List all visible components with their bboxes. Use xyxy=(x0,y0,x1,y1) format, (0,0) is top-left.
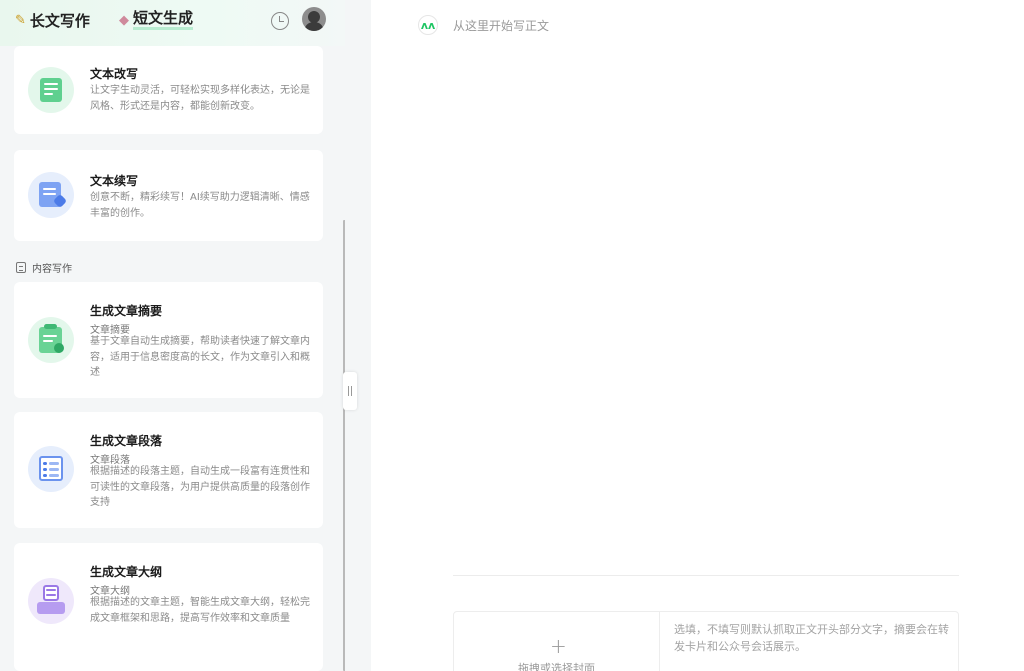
continue-writing-icon xyxy=(28,172,74,218)
card-title: 文本改写 xyxy=(90,67,139,81)
tool-card-rewrite[interactable]: 文本改写 让文字生动灵活，可轻松实现多样化表达，无论是风格、形式还是内容，都能创… xyxy=(14,46,323,134)
tool-card-paragraph[interactable]: 生成文章段落 文章段落 根据描述的段落主题，自动生成一段富有连贯性和可读性的文章… xyxy=(14,412,323,528)
tool-card-continue[interactable]: 文本续写 创意不断，精彩续写！AI续写助力逻辑清晰、情感丰富的创作。 xyxy=(14,150,323,241)
tool-card-outline[interactable]: 生成文章大纲 文章大纲 根据描述的文章主题，智能生成文章大纲，轻松完成文章框架和… xyxy=(14,543,323,671)
tab-long-writing[interactable]: ✎ 长文写作 xyxy=(15,9,90,31)
user-avatar[interactable] xyxy=(302,7,326,31)
tab-short-generation[interactable]: ◆ 短文生成 xyxy=(119,9,194,31)
card-description: 让文字生动灵活，可轻松实现多样化表达，无论是风格、形式还是内容，都能创新改变。 xyxy=(90,85,310,112)
tool-list: 文本改写 让文字生动灵活，可轻松实现多样化表达，无论是风格、形式还是内容，都能创… xyxy=(0,46,345,671)
plus-icon: + xyxy=(550,634,567,658)
tab-label: 短文生成 xyxy=(133,10,194,30)
card-title: 生成文章大纲 xyxy=(90,565,163,579)
tab-label: 长文写作 xyxy=(29,11,90,30)
card-description: 创意不断，精彩续写！AI续写助力逻辑清晰、情感丰富的创作。 xyxy=(90,192,310,219)
section-label: 内容写作 xyxy=(32,264,72,275)
panel-header: ✎ 长文写作 ◆ 短文生成 xyxy=(0,0,345,46)
summary-input[interactable]: 选填，不填写则默认抓取正文开头部分文字，摘要会在转发卡片和公众号会话展示。 xyxy=(660,611,959,671)
card-title: 文本续写 xyxy=(90,174,139,188)
outline-box-icon xyxy=(28,578,74,624)
tool-card-summary[interactable]: 生成文章摘要 文章摘要 基于文章自动生成摘要，帮助读者快速了解文章内容，适用于信… xyxy=(14,282,323,398)
resize-handle[interactable] xyxy=(343,372,357,410)
paragraph-checklist-icon xyxy=(28,446,74,492)
rewrite-doc-icon xyxy=(28,67,74,113)
section-header: 内容写作 xyxy=(16,260,72,275)
card-title: 生成文章摘要 xyxy=(90,304,163,318)
summary-placeholder: 选填，不填写则默认抓取正文开头部分文字，摘要会在转发卡片和公众号会话展示。 xyxy=(674,623,949,653)
history-clock-icon[interactable] xyxy=(271,12,289,30)
editor-area: ʌʌ 从这里开始写正文 + 拖拽或选择封面 选填，不填写则默认抓取正文开头部分文… xyxy=(371,0,1024,671)
tools-panel: ✎ 长文写作 ◆ 短文生成 文本改写 让文字生动灵活，可轻松实现多样化表达，无论… xyxy=(0,0,345,671)
eraser-icon: ◆ xyxy=(119,12,129,28)
panel-divider xyxy=(345,0,371,671)
cover-upload[interactable]: + 拖拽或选择封面 xyxy=(453,611,660,671)
document-icon xyxy=(16,262,26,273)
card-description: 根据描述的文章主题，智能生成文章大纲，轻松完成文章框架和思路，提高写作效率和文章… xyxy=(90,597,310,624)
divider-line xyxy=(453,575,959,576)
cover-upload-label: 拖拽或选择封面 xyxy=(518,662,595,671)
ai-generate-icon[interactable]: ʌʌ xyxy=(418,15,438,35)
pencil-icon: ✎ xyxy=(15,12,26,28)
card-title: 生成文章段落 xyxy=(90,434,163,448)
card-description: 根据描述的段落主题，自动生成一段富有连贯性和可读性的文章段落，为用户提供高质量的… xyxy=(90,466,310,508)
app-window: ✎ 长文写作 ◆ 短文生成 文本改写 让文字生动灵活，可轻松实现多样化表达，无论… xyxy=(0,0,1024,671)
card-description: 基于文章自动生成摘要，帮助读者快速了解文章内容，适用于信息密度高的长文，作为文章… xyxy=(90,336,310,378)
body-placeholder[interactable]: 从这里开始写正文 xyxy=(453,17,549,34)
summary-clipboard-icon xyxy=(28,317,74,363)
